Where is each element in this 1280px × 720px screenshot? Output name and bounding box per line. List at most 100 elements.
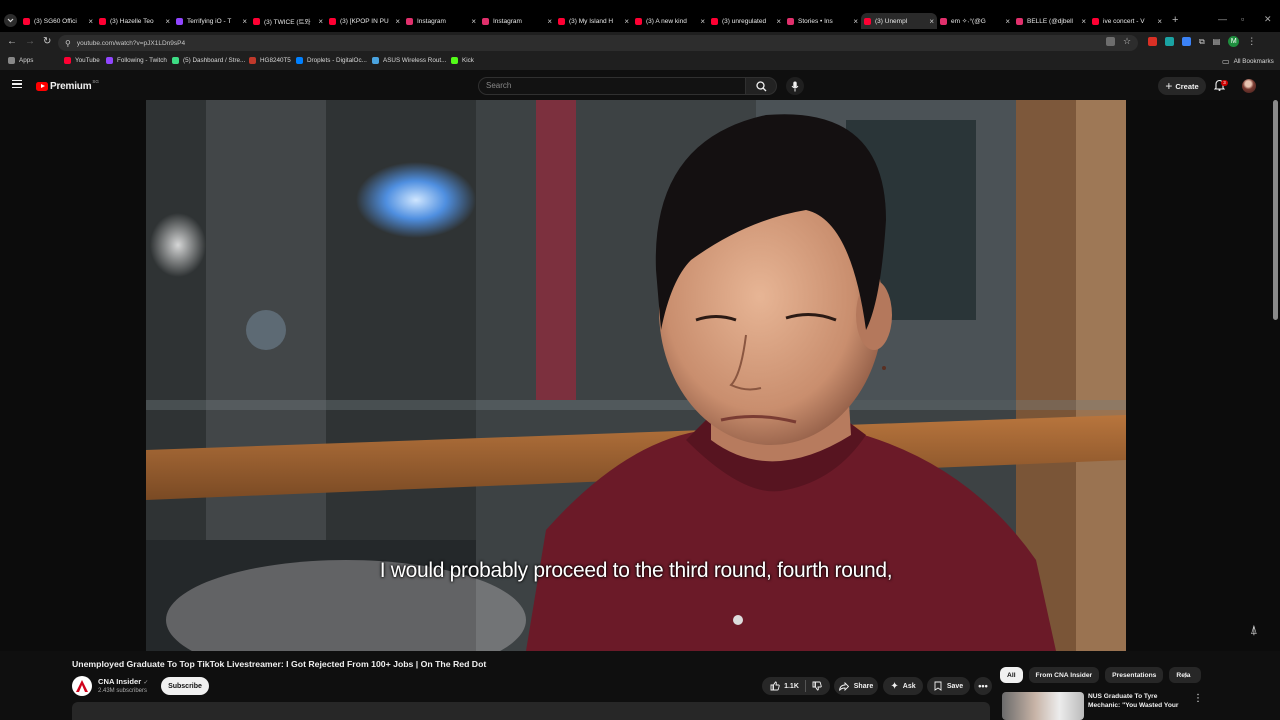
share-button[interactable]: Share	[834, 677, 878, 695]
browser-tab-strip: (3) SG60 Offici × (3) Hazelle Teo × Terrifyi…	[0, 0, 1280, 32]
browser-tab[interactable]: em ✧˖°(@G ×	[937, 13, 1013, 29]
reload-icon[interactable]: ↻	[43, 36, 51, 47]
address-bar[interactable]: ⚲ youtube.com/watch?v=pJX1LDn9sP4	[58, 35, 1138, 51]
new-tab-button[interactable]: +	[1172, 14, 1178, 26]
tab-close-icon[interactable]: ×	[1005, 17, 1010, 26]
tab-label: (3) Unempl	[875, 17, 908, 25]
bookmark-item[interactable]: HG8240T5	[249, 57, 291, 64]
filter-chip[interactable]: From CNA Insider	[1028, 667, 1100, 683]
browser-tab[interactable]: (3) TWICE (트와 ×	[250, 13, 326, 29]
folder-icon: ▭	[1222, 57, 1230, 66]
browser-tab[interactable]: Instagram ×	[403, 13, 479, 29]
bookmark-item[interactable]: Apps	[8, 57, 33, 64]
browser-menu-icon[interactable]: ⋮	[1247, 36, 1256, 47]
tab-label: (3) [KPOP IN PU	[340, 17, 389, 25]
recommendation-thumbnail[interactable]	[1002, 692, 1084, 720]
voice-search-button[interactable]	[786, 77, 804, 95]
tab-close-icon[interactable]: ×	[88, 17, 93, 26]
filter-chip[interactable]: All	[1000, 667, 1023, 683]
save-label: Save	[946, 682, 964, 690]
browser-tab[interactable]: (3) Hazelle Teo ×	[96, 13, 173, 29]
hamburger-menu-icon[interactable]	[12, 80, 22, 88]
tab-close-icon[interactable]: ×	[547, 17, 552, 26]
create-button[interactable]: + Create	[1158, 77, 1206, 95]
like-button[interactable]: 1.1K	[770, 681, 799, 691]
more-actions-button[interactable]: •••	[974, 677, 992, 695]
tab-close-icon[interactable]: ×	[700, 17, 705, 26]
browser-tab[interactable]: ive concert - V ×	[1089, 13, 1165, 29]
bookmark-item[interactable]: YouTube	[64, 57, 100, 64]
toolbar-actions: ☆	[1106, 36, 1131, 47]
thumbs-down-icon	[812, 681, 822, 691]
channel-name[interactable]: CNA Insider ✓	[98, 677, 148, 686]
browser-tab[interactable]: (3) A new kind ×	[632, 13, 708, 29]
close-window-icon[interactable]: ✕	[1264, 14, 1272, 25]
back-icon[interactable]: ←	[7, 36, 17, 47]
tab-label: ive concert - V	[1103, 17, 1145, 25]
channel-avatar[interactable]	[72, 676, 92, 696]
description-box[interactable]	[72, 702, 990, 720]
tab-close-icon[interactable]: ×	[1157, 17, 1162, 26]
tab-close-icon[interactable]: ×	[471, 17, 476, 26]
brand-label: Premium	[50, 81, 92, 92]
browser-tab[interactable]: Terrifying iO - T ×	[173, 13, 250, 29]
page-scrollbar[interactable]	[1273, 100, 1278, 320]
bookmark-item[interactable]: ASUS Wireless Rout...	[372, 57, 446, 64]
extension-teal-icon[interactable]	[1165, 37, 1174, 46]
browser-tab[interactable]: BELLE (@djbell ×	[1013, 13, 1089, 29]
bookmark-star-icon[interactable]: ☆	[1123, 36, 1131, 47]
profile-avatar[interactable]: M	[1228, 36, 1240, 47]
video-caption: I would probably proceed to the third ro…	[379, 559, 893, 582]
extensions-puzzle-icon[interactable]: ⧉	[1199, 37, 1205, 47]
tab-close-icon[interactable]: ×	[242, 17, 247, 26]
sidebar-icon[interactable]: ▤	[1213, 37, 1221, 46]
tab-close-icon[interactable]: ×	[395, 17, 400, 26]
extension-blue-icon[interactable]	[1182, 37, 1191, 46]
ask-button[interactable]: ✦ Ask	[883, 677, 923, 695]
tab-close-icon[interactable]: ×	[1081, 17, 1086, 26]
browser-tab[interactable]: (3) unregulated ×	[708, 13, 784, 29]
browser-tab[interactable]: (3) My Island H ×	[555, 13, 632, 29]
all-bookmarks[interactable]: ▭ All Bookmarks	[1222, 57, 1274, 66]
tab-label: (3) SG60 Offici	[34, 17, 77, 25]
more-vertical-icon[interactable]: ⋮	[1193, 693, 1203, 704]
bookmark-label: Following - Twitch	[117, 57, 167, 64]
tab-close-icon[interactable]: ×	[853, 17, 858, 26]
maximize-icon[interactable]: ▫	[1241, 14, 1244, 24]
install-app-icon[interactable]	[1106, 37, 1115, 46]
browser-tab[interactable]: (3) SG60 Offici ×	[20, 13, 96, 29]
tab-close-icon[interactable]: ×	[929, 17, 934, 26]
bookmark-favicon-icon	[372, 57, 379, 64]
tab-favicon-icon	[176, 17, 183, 25]
browser-tab[interactable]: (3) Unempl ×	[861, 13, 937, 29]
search-input[interactable]: Search	[478, 77, 746, 95]
bookmark-item[interactable]: Droplets - DigitalOc...	[296, 57, 367, 64]
tab-close-icon[interactable]: ×	[776, 17, 781, 26]
youtube-logo[interactable]: Premium SG	[36, 79, 99, 92]
tab-close-icon[interactable]: ×	[624, 17, 629, 26]
video-player[interactable]: I would probably proceed to the third ro…	[146, 100, 1126, 651]
tab-favicon-icon	[253, 17, 260, 25]
bookmark-item[interactable]: Following - Twitch	[106, 57, 167, 64]
dislike-button[interactable]	[812, 681, 822, 691]
search-button[interactable]	[745, 77, 777, 95]
chevron-right-icon[interactable]: ›	[1184, 670, 1187, 681]
browser-tab[interactable]: (3) [KPOP IN PU ×	[326, 13, 403, 29]
site-info-icon[interactable]: ⚲	[65, 39, 71, 48]
minimize-icon[interactable]: —	[1218, 14, 1227, 24]
tab-close-icon[interactable]: ×	[318, 17, 323, 26]
bookmark-item[interactable]: Kick	[451, 57, 474, 64]
bookmark-item[interactable]: (5) Dashboard / Stre...	[172, 57, 245, 64]
account-avatar[interactable]	[1242, 79, 1256, 93]
filter-chip[interactable]: Presentations	[1105, 667, 1164, 683]
tab-search-button[interactable]	[4, 14, 17, 27]
recommendation-title[interactable]: NUS Graduate To Tyre Mechanic: "You Wast…	[1088, 693, 1180, 720]
tab-close-icon[interactable]: ×	[165, 17, 170, 26]
browser-tab[interactable]: Stories • Ins ×	[784, 13, 861, 29]
forward-icon[interactable]: →	[25, 36, 35, 47]
browser-tab[interactable]: Instagram ×	[479, 13, 555, 29]
extension-red-icon[interactable]	[1148, 37, 1157, 46]
save-button[interactable]: Save	[927, 677, 970, 695]
tab-label: em ✧˖°(@G	[951, 18, 986, 25]
subscribe-button[interactable]: Subscribe	[161, 677, 209, 695]
